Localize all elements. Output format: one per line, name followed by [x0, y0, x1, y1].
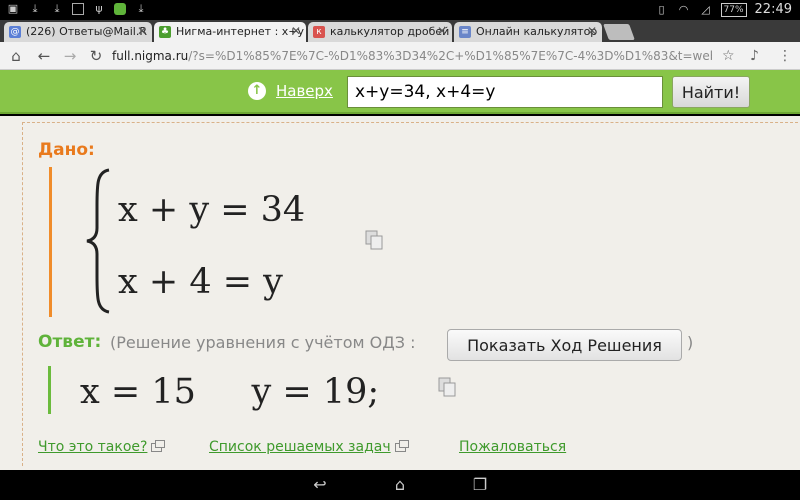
bookmark-star-icon[interactable]: ☆ — [722, 46, 735, 66]
close-icon[interactable]: ✕ — [137, 24, 147, 38]
equation-2: x + 4 = y — [118, 262, 283, 302]
home-icon[interactable]: ⌂ — [390, 475, 410, 495]
copy-icon[interactable] — [438, 377, 456, 397]
vibrate-icon: ▯ — [658, 2, 665, 16]
microphone-icon[interactable]: ♪ — [750, 46, 759, 66]
search-header: ↑ Наверх Найти! — [0, 70, 800, 114]
show-solution-button[interactable]: Показать Ход Решения — [447, 329, 682, 361]
search-button[interactable]: Найти! — [672, 76, 750, 108]
tab-mail-answers[interactable]: @ (226) Ответы@Mail.R ✕ — [4, 22, 152, 42]
close-icon[interactable]: ✕ — [587, 24, 597, 38]
url-path: /?s=%D1%85%7E%7C-%D1%83%3D34%2C+%D1%85%7… — [188, 49, 712, 63]
external-link-icon — [151, 439, 166, 452]
new-tab-button[interactable] — [603, 24, 635, 40]
home-icon[interactable]: ⌂ — [6, 46, 26, 66]
given-heading: Дано: — [38, 140, 95, 160]
address-bar[interactable]: full.nigma.ru/?s=%D1%85%7E%7C-%D1%83%3D3… — [112, 46, 712, 66]
picture-icon: ▣ — [7, 2, 19, 15]
system-brace — [86, 168, 110, 314]
system-nav-bar: ↩ ⌂ ❐ — [0, 470, 800, 500]
usb-icon: ψ — [95, 2, 103, 15]
clock: 22:49 — [754, 2, 792, 17]
status-bar: ▣ ⤓ ⤓ ψ ⤓ ▯ ◠ ◿ 77% 22:49 — [0, 0, 800, 20]
tab-label: калькулятор дробей — [330, 25, 450, 38]
tab-label: Нигма-интернет : x+y — [176, 25, 305, 38]
back-icon[interactable]: ← — [34, 46, 54, 66]
url-host: full.nigma.ru — [112, 49, 189, 63]
browser-toolbar: ⌂ ← → ↻ full.nigma.ru/?s=%D1%85%7E%7C-%D… — [0, 42, 800, 70]
forward-icon[interactable]: → — [60, 46, 80, 66]
answer-note: (Решение уравнения с учётом ОДЗ : — [110, 333, 416, 352]
back-icon[interactable]: ↩ — [310, 475, 330, 495]
given-marker — [49, 167, 52, 317]
tab-strip: @ (226) Ответы@Mail.R ✕ ♣ Нигма-интернет… — [0, 20, 800, 42]
wifi-icon: ◠ — [678, 2, 689, 16]
equation-1: x + y = 34 — [118, 190, 306, 230]
answer-result: x = 15 y = 19; — [80, 372, 380, 412]
report-link[interactable]: Пожаловаться — [459, 439, 566, 455]
menu-icon[interactable]: ⋮ — [778, 46, 792, 66]
close-icon[interactable]: ✕ — [437, 24, 447, 38]
signal-off-icon: ◿ — [701, 2, 710, 16]
tab-label: Онлайн калькулятор — [476, 25, 598, 38]
app-notification-icon — [114, 3, 126, 15]
tab-nigma[interactable]: ♣ Нигма-интернет : x+y ✕ — [154, 22, 306, 42]
supported-tasks-link[interactable]: Список решаемых задач — [209, 439, 409, 455]
download-icon: ⤓ — [32, 2, 38, 15]
what-is-this-link[interactable]: Что это такое? — [38, 439, 166, 455]
nigma-favicon-icon: ♣ — [159, 26, 171, 38]
back-to-top-link[interactable]: Наверх — [276, 82, 333, 100]
calculator-favicon-icon: к — [313, 26, 325, 38]
battery-indicator: 77% — [720, 2, 747, 17]
reload-icon[interactable]: ↻ — [86, 46, 106, 66]
arrow-up-icon[interactable]: ↑ — [248, 82, 266, 100]
calculator-favicon-icon: ≡ — [459, 26, 471, 38]
answer-heading: Ответ: — [38, 332, 102, 352]
gallery-icon — [72, 3, 84, 15]
answer-note-close: ) — [687, 333, 694, 352]
answer-marker — [48, 366, 51, 414]
tab-online-calculator[interactable]: ≡ Онлайн калькулятор ✕ — [454, 22, 602, 42]
search-input[interactable] — [347, 76, 663, 108]
external-link-icon — [394, 439, 409, 452]
download-icon: ⤓ — [138, 2, 144, 15]
tab-label: (226) Ответы@Mail.R — [26, 25, 147, 38]
mail-favicon-icon: @ — [9, 26, 21, 38]
copy-icon[interactable] — [365, 230, 383, 250]
download-icon: ⤓ — [54, 2, 60, 15]
recent-apps-icon[interactable]: ❐ — [470, 475, 490, 495]
close-icon[interactable]: ✕ — [291, 24, 301, 38]
tab-fraction-calculator[interactable]: к калькулятор дробей ✕ — [308, 22, 452, 42]
